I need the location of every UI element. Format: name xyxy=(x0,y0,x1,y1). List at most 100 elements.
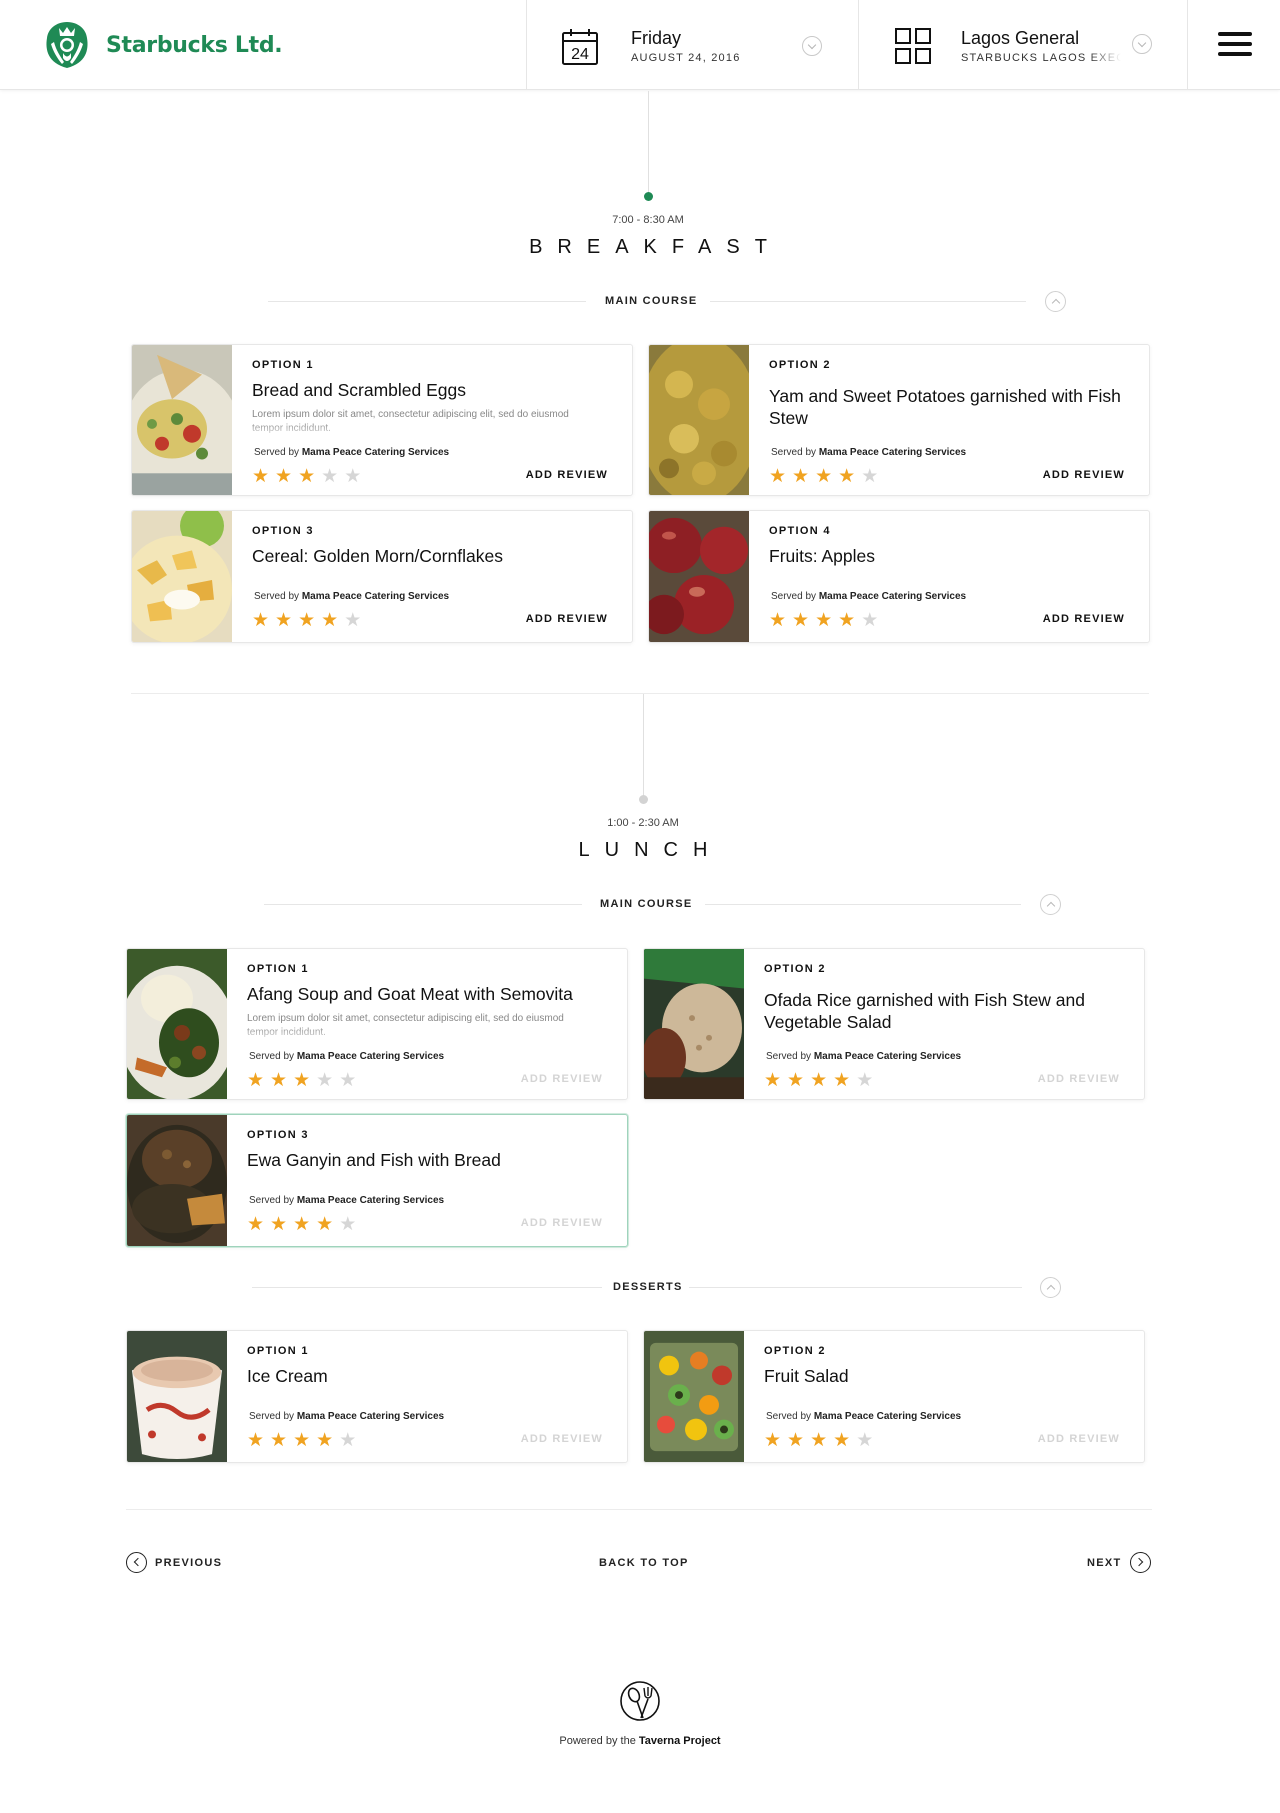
star-empty-icon[interactable]: ★ xyxy=(321,467,338,486)
star-empty-icon[interactable]: ★ xyxy=(339,1215,356,1234)
star-filled-icon[interactable]: ★ xyxy=(792,467,809,486)
star-filled-icon[interactable]: ★ xyxy=(764,1431,781,1450)
star-filled-icon[interactable]: ★ xyxy=(298,467,315,486)
section-separator xyxy=(131,693,1149,694)
next-button[interactable]: NEXT xyxy=(1087,1552,1151,1573)
star-filled-icon[interactable]: ★ xyxy=(769,611,786,630)
star-filled-icon[interactable]: ★ xyxy=(298,611,315,630)
star-rating[interactable]: ★ ★ ★ ★ ★ xyxy=(764,1071,873,1090)
powered-brand-link[interactable]: Taverna Project xyxy=(639,1735,721,1747)
meal-card[interactable]: OPTION 1 Ice Cream Served by Mama Peace … xyxy=(126,1330,628,1463)
star-rating[interactable]: ★ ★ ★ ★ ★ xyxy=(247,1431,356,1450)
hamburger-menu-icon[interactable] xyxy=(1218,32,1252,56)
star-filled-icon[interactable]: ★ xyxy=(769,467,786,486)
collapse-chevron-icon[interactable] xyxy=(1045,291,1066,312)
star-empty-icon[interactable]: ★ xyxy=(344,467,361,486)
star-filled-icon[interactable]: ★ xyxy=(275,611,292,630)
star-rating[interactable]: ★ ★ ★ ★ ★ xyxy=(252,467,361,486)
add-review-button[interactable]: ADD REVIEW xyxy=(521,1433,603,1445)
add-review-button[interactable]: ADD REVIEW xyxy=(521,1217,603,1229)
star-filled-icon[interactable]: ★ xyxy=(316,1431,333,1450)
star-filled-icon[interactable]: ★ xyxy=(247,1071,264,1090)
desserts-divider: DESSERTS xyxy=(252,1276,1072,1300)
star-filled-icon[interactable]: ★ xyxy=(293,1431,310,1450)
star-filled-icon[interactable]: ★ xyxy=(810,1431,827,1450)
back-to-top-button[interactable]: BACK TO TOP xyxy=(599,1557,689,1569)
star-filled-icon[interactable]: ★ xyxy=(247,1215,264,1234)
star-empty-icon[interactable]: ★ xyxy=(316,1071,333,1090)
star-filled-icon[interactable]: ★ xyxy=(815,611,832,630)
meal-card-selected[interactable]: OPTION 3 Ewa Ganyin and Fish with Bread … xyxy=(126,1114,628,1247)
star-empty-icon[interactable]: ★ xyxy=(339,1431,356,1450)
star-rating[interactable]: ★ ★ ★ ★ ★ xyxy=(247,1071,356,1090)
star-rating[interactable]: ★ ★ ★ ★ ★ xyxy=(769,611,878,630)
add-review-button[interactable]: ADD REVIEW xyxy=(526,613,608,625)
star-filled-icon[interactable]: ★ xyxy=(838,467,855,486)
meal-card[interactable]: OPTION 4 Fruits: Apples Served by Mama P… xyxy=(648,510,1150,643)
star-filled-icon[interactable]: ★ xyxy=(792,611,809,630)
meal-card[interactable]: OPTION 1 Afang Soup and Goat Meat with S… xyxy=(126,948,628,1100)
star-filled-icon[interactable]: ★ xyxy=(293,1071,310,1090)
brand[interactable]: Starbucks Ltd. xyxy=(42,20,283,70)
add-review-button[interactable]: ADD REVIEW xyxy=(1043,469,1125,481)
star-empty-icon[interactable]: ★ xyxy=(339,1071,356,1090)
star-filled-icon[interactable]: ★ xyxy=(833,1431,850,1450)
star-filled-icon[interactable]: ★ xyxy=(316,1215,333,1234)
star-filled-icon[interactable]: ★ xyxy=(815,467,832,486)
star-empty-icon[interactable]: ★ xyxy=(856,1431,873,1450)
star-filled-icon[interactable]: ★ xyxy=(293,1215,310,1234)
meal-card[interactable]: OPTION 1 Bread and Scrambled Eggs Lorem … xyxy=(131,344,633,496)
date-selector[interactable]: 24 Friday AUGUST 24, 2016 xyxy=(526,0,859,90)
star-empty-icon[interactable]: ★ xyxy=(856,1071,873,1090)
star-filled-icon[interactable]: ★ xyxy=(321,611,338,630)
collapse-chevron-icon[interactable] xyxy=(1040,1277,1061,1298)
location-selector[interactable]: Lagos General STARBUCKS LAGOS EXECUTIVE xyxy=(858,0,1188,90)
star-filled-icon[interactable]: ★ xyxy=(838,611,855,630)
star-empty-icon[interactable]: ★ xyxy=(344,611,361,630)
add-review-button[interactable]: ADD REVIEW xyxy=(526,469,608,481)
lunch-title: LUNCH xyxy=(578,839,723,861)
star-rating[interactable]: ★ ★ ★ ★ ★ xyxy=(764,1431,873,1450)
star-filled-icon[interactable]: ★ xyxy=(252,611,269,630)
star-filled-icon[interactable]: ★ xyxy=(275,467,292,486)
footer-separator xyxy=(126,1509,1152,1510)
star-empty-icon[interactable]: ★ xyxy=(861,467,878,486)
star-rating[interactable]: ★ ★ ★ ★ ★ xyxy=(247,1215,356,1234)
previous-button[interactable]: PREVIOUS xyxy=(126,1552,222,1573)
dish-description: Lorem ipsum dolor sit amet, consectetur … xyxy=(247,1013,564,1038)
star-filled-icon[interactable]: ★ xyxy=(247,1431,264,1450)
caterer-name: Mama Peace Catering Services xyxy=(296,1195,445,1206)
timeline-line xyxy=(643,694,644,797)
star-filled-icon[interactable]: ★ xyxy=(787,1431,804,1450)
pagination: PREVIOUS BACK TO TOP NEXT xyxy=(0,1548,1280,1578)
star-filled-icon[interactable]: ★ xyxy=(270,1071,287,1090)
chevron-down-icon[interactable] xyxy=(802,36,822,56)
star-filled-icon[interactable]: ★ xyxy=(252,467,269,486)
meal-card[interactable]: OPTION 2 Ofada Rice garnished with Fish … xyxy=(643,948,1145,1100)
chevron-down-icon[interactable] xyxy=(1132,34,1152,54)
caterer-name: Mama Peace Catering Services xyxy=(813,1411,962,1422)
star-filled-icon[interactable]: ★ xyxy=(810,1071,827,1090)
menu-button[interactable] xyxy=(1187,0,1280,90)
powered-by: Powered by the Taverna Project xyxy=(0,1735,1280,1747)
timeline-dot-active xyxy=(644,192,653,201)
add-review-button[interactable]: ADD REVIEW xyxy=(1038,1433,1120,1445)
star-rating[interactable]: ★ ★ ★ ★ ★ xyxy=(769,467,878,486)
timeline-line xyxy=(648,91,649,193)
add-review-button[interactable]: ADD REVIEW xyxy=(1038,1073,1120,1085)
star-filled-icon[interactable]: ★ xyxy=(833,1071,850,1090)
star-filled-icon[interactable]: ★ xyxy=(764,1071,781,1090)
add-review-button[interactable]: ADD REVIEW xyxy=(521,1073,603,1085)
star-empty-icon[interactable]: ★ xyxy=(861,611,878,630)
dish-name: Ewa Ganyin and Fish with Bread xyxy=(247,1150,501,1170)
star-filled-icon[interactable]: ★ xyxy=(270,1431,287,1450)
meal-card[interactable]: OPTION 3 Cereal: Golden Morn/Cornflakes … xyxy=(131,510,633,643)
collapse-chevron-icon[interactable] xyxy=(1040,894,1061,915)
location-sub: STARBUCKS LAGOS EXECUTIVE xyxy=(961,52,1121,64)
add-review-button[interactable]: ADD REVIEW xyxy=(1043,613,1125,625)
star-filled-icon[interactable]: ★ xyxy=(270,1215,287,1234)
meal-card[interactable]: OPTION 2 Yam and Sweet Potatoes garnishe… xyxy=(648,344,1150,496)
star-rating[interactable]: ★ ★ ★ ★ ★ xyxy=(252,611,361,630)
meal-card[interactable]: OPTION 2 Fruit Salad Served by Mama Peac… xyxy=(643,1330,1145,1463)
star-filled-icon[interactable]: ★ xyxy=(787,1071,804,1090)
